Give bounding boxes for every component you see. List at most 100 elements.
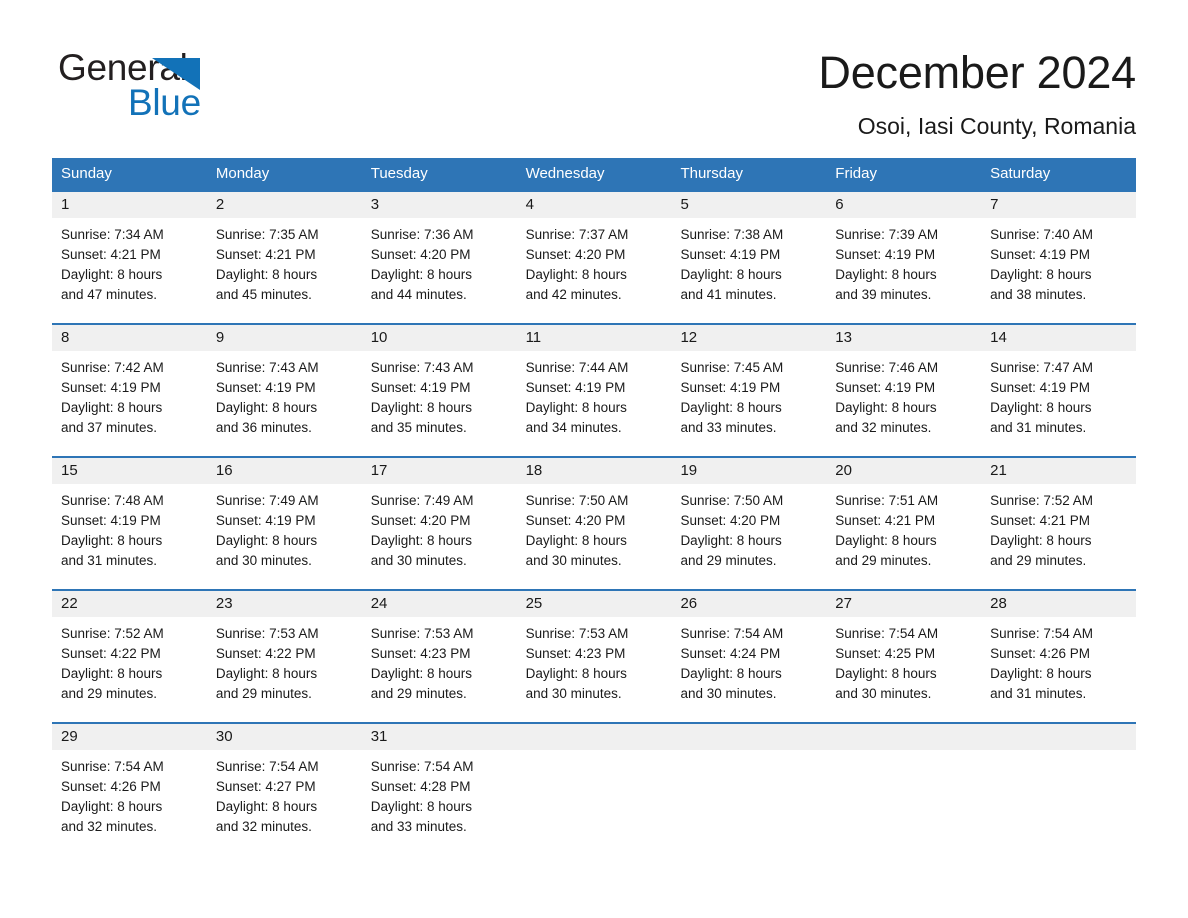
day-cell[interactable]: 27 Sunrise: 7:54 AM Sunset: 4:25 PM Dayl… (826, 591, 982, 722)
sunrise-text: Sunrise: 7:38 AM (680, 227, 784, 242)
day-cell[interactable]: 11 Sunrise: 7:44 AM Sunset: 4:19 PM Dayl… (516, 325, 672, 456)
sunset-text: Sunset: 4:25 PM (835, 646, 936, 661)
day-number: 7 (981, 192, 1137, 218)
day-cell[interactable]: 24 Sunrise: 7:53 AM Sunset: 4:23 PM Dayl… (361, 591, 517, 722)
generalblue-logo[interactable]: General Blue (58, 48, 268, 128)
weekday-header-tuesday: Tuesday (370, 165, 428, 182)
day-cell[interactable]: 9 Sunrise: 7:43 AM Sunset: 4:19 PM Dayli… (206, 325, 362, 456)
day-cell[interactable]: 3 Sunrise: 7:36 AM Sunset: 4:20 PM Dayli… (361, 192, 517, 323)
day-number: 26 (671, 591, 827, 617)
day-cell[interactable]: 20 Sunrise: 7:51 AM Sunset: 4:21 PM Dayl… (826, 458, 982, 589)
sunrise-text: Sunrise: 7:54 AM (680, 626, 784, 641)
daylight-text-line2: and 29 minutes. (990, 553, 1087, 568)
day-details: Sunrise: 7:54 AM Sunset: 4:26 PM Dayligh… (981, 617, 1136, 704)
day-details: Sunrise: 7:42 AM Sunset: 4:19 PM Dayligh… (52, 351, 207, 438)
day-cell[interactable]: 5 Sunrise: 7:38 AM Sunset: 4:19 PM Dayli… (671, 192, 827, 323)
day-cell-empty (981, 724, 1137, 855)
day-number: 16 (206, 458, 362, 484)
daylight-text-line1: Daylight: 8 hours (61, 267, 163, 282)
sunrise-text: Sunrise: 7:51 AM (835, 493, 939, 508)
day-cell[interactable]: 28 Sunrise: 7:54 AM Sunset: 4:26 PM Dayl… (981, 591, 1137, 722)
daylight-text-line1: Daylight: 8 hours (680, 267, 782, 282)
sunrise-text: Sunrise: 7:40 AM (990, 227, 1093, 242)
day-cell[interactable]: 30 Sunrise: 7:54 AM Sunset: 4:27 PM Dayl… (206, 724, 362, 855)
sunrise-text: Sunrise: 7:53 AM (215, 626, 319, 641)
daylight-text-line1: Daylight: 8 hours (215, 799, 318, 814)
day-cell[interactable]: 14 Sunrise: 7:47 AM Sunset: 4:19 PM Dayl… (981, 325, 1137, 456)
calendar-page: General Blue December 2024 Osoi, Iasi Co… (0, 0, 1188, 918)
day-cell[interactable]: 21 Sunrise: 7:52 AM Sunset: 4:21 PM Dayl… (981, 458, 1137, 589)
day-number: 1 (52, 192, 207, 218)
day-details: Sunrise: 7:50 AM Sunset: 4:20 PM Dayligh… (517, 484, 672, 571)
day-details: Sunrise: 7:47 AM Sunset: 4:19 PM Dayligh… (981, 351, 1136, 438)
day-cell[interactable]: 4 Sunrise: 7:37 AM Sunset: 4:20 PM Dayli… (516, 192, 672, 323)
sunset-text: Sunset: 4:19 PM (680, 247, 781, 262)
day-details: Sunrise: 7:53 AM Sunset: 4:23 PM Dayligh… (517, 617, 672, 704)
day-cell[interactable]: 2 Sunrise: 7:35 AM Sunset: 4:21 PM Dayli… (206, 192, 362, 323)
day-details: Sunrise: 7:45 AM Sunset: 4:19 PM Dayligh… (671, 351, 826, 438)
day-cell[interactable]: 25 Sunrise: 7:53 AM Sunset: 4:23 PM Dayl… (516, 591, 672, 722)
daylight-text-line1: Daylight: 8 hours (835, 267, 937, 282)
sunset-text: Sunset: 4:26 PM (61, 779, 161, 794)
day-details: Sunrise: 7:48 AM Sunset: 4:19 PM Dayligh… (52, 484, 207, 571)
daylight-text-line2: and 37 minutes. (61, 420, 158, 435)
day-cell[interactable]: 23 Sunrise: 7:53 AM Sunset: 4:22 PM Dayl… (206, 591, 362, 722)
sunset-text: Sunset: 4:28 PM (370, 779, 471, 794)
day-cell[interactable]: 19 Sunrise: 7:50 AM Sunset: 4:20 PM Dayl… (671, 458, 827, 589)
daylight-text-line2: and 44 minutes. (370, 287, 467, 302)
day-cell[interactable]: 13 Sunrise: 7:46 AM Sunset: 4:19 PM Dayl… (826, 325, 982, 456)
sunrise-text: Sunrise: 7:48 AM (61, 493, 164, 508)
day-cell[interactable]: 8 Sunrise: 7:42 AM Sunset: 4:19 PM Dayli… (52, 325, 207, 456)
day-number: 19 (671, 458, 827, 484)
weekday-header-thursday: Thursday (680, 165, 743, 182)
logo-text-blue: Blue (128, 82, 201, 123)
daylight-text-line2: and 31 minutes. (990, 686, 1087, 701)
daylight-text-line2: and 30 minutes. (370, 553, 467, 568)
page-subtitle-location: Osoi, Iasi County, Romania (857, 113, 1136, 139)
sunrise-text: Sunrise: 7:49 AM (370, 493, 474, 508)
sunset-text: Sunset: 4:19 PM (680, 380, 781, 395)
sunset-text: Sunset: 4:22 PM (61, 646, 161, 661)
day-number: 28 (981, 591, 1137, 617)
day-cell[interactable]: 29 Sunrise: 7:54 AM Sunset: 4:26 PM Dayl… (52, 724, 207, 855)
day-cell[interactable]: 10 Sunrise: 7:43 AM Sunset: 4:19 PM Dayl… (361, 325, 517, 456)
daylight-text-line2: and 29 minutes. (61, 686, 158, 701)
day-cell[interactable]: 6 Sunrise: 7:39 AM Sunset: 4:19 PM Dayli… (826, 192, 982, 323)
day-cell[interactable]: 15 Sunrise: 7:48 AM Sunset: 4:19 PM Dayl… (52, 458, 207, 589)
sunrise-text: Sunrise: 7:35 AM (215, 227, 319, 242)
sunset-text: Sunset: 4:19 PM (835, 247, 936, 262)
daylight-text-line2: and 32 minutes. (215, 819, 312, 834)
day-number: 13 (826, 325, 982, 351)
daylight-text-line1: Daylight: 8 hours (835, 666, 937, 681)
daylight-text-line2: and 31 minutes. (990, 420, 1087, 435)
day-cell[interactable]: 16 Sunrise: 7:49 AM Sunset: 4:19 PM Dayl… (206, 458, 362, 589)
sunset-text: Sunset: 4:19 PM (61, 513, 161, 528)
sunset-text: Sunset: 4:20 PM (680, 513, 781, 528)
day-details: Sunrise: 7:54 AM Sunset: 4:27 PM Dayligh… (207, 750, 362, 837)
day-details: Sunrise: 7:52 AM Sunset: 4:22 PM Dayligh… (52, 617, 207, 704)
day-cell[interactable]: 22 Sunrise: 7:52 AM Sunset: 4:22 PM Dayl… (52, 591, 207, 722)
day-cell[interactable]: 26 Sunrise: 7:54 AM Sunset: 4:24 PM Dayl… (671, 591, 827, 722)
day-number: 23 (206, 591, 362, 617)
day-details: Sunrise: 7:34 AM Sunset: 4:21 PM Dayligh… (52, 218, 207, 305)
daylight-text-line1: Daylight: 8 hours (990, 267, 1092, 282)
sunrise-text: Sunrise: 7:53 AM (525, 626, 629, 641)
day-cell[interactable]: 7 Sunrise: 7:40 AM Sunset: 4:19 PM Dayli… (981, 192, 1137, 323)
day-cell[interactable]: 1 Sunrise: 7:34 AM Sunset: 4:21 PM Dayli… (52, 192, 207, 323)
day-number: 22 (52, 591, 207, 617)
day-number: 17 (361, 458, 517, 484)
week-row: 22 Sunrise: 7:52 AM Sunset: 4:22 PM Dayl… (52, 589, 1137, 722)
day-cell[interactable]: 17 Sunrise: 7:49 AM Sunset: 4:20 PM Dayl… (361, 458, 517, 589)
day-cell[interactable]: 31 Sunrise: 7:54 AM Sunset: 4:28 PM Dayl… (361, 724, 517, 855)
sunrise-text: Sunrise: 7:50 AM (525, 493, 629, 508)
day-number: 27 (826, 591, 982, 617)
day-number: 5 (671, 192, 827, 218)
sunrise-text: Sunrise: 7:34 AM (61, 227, 164, 242)
day-cell[interactable]: 18 Sunrise: 7:50 AM Sunset: 4:20 PM Dayl… (516, 458, 672, 589)
day-details: Sunrise: 7:43 AM Sunset: 4:19 PM Dayligh… (207, 351, 362, 438)
day-cell[interactable]: 12 Sunrise: 7:45 AM Sunset: 4:19 PM Dayl… (671, 325, 827, 456)
daylight-text-line1: Daylight: 8 hours (680, 533, 782, 548)
sunset-text: Sunset: 4:20 PM (525, 247, 626, 262)
page-title: December 2024 (818, 47, 1136, 98)
sunset-text: Sunset: 4:22 PM (215, 646, 316, 661)
